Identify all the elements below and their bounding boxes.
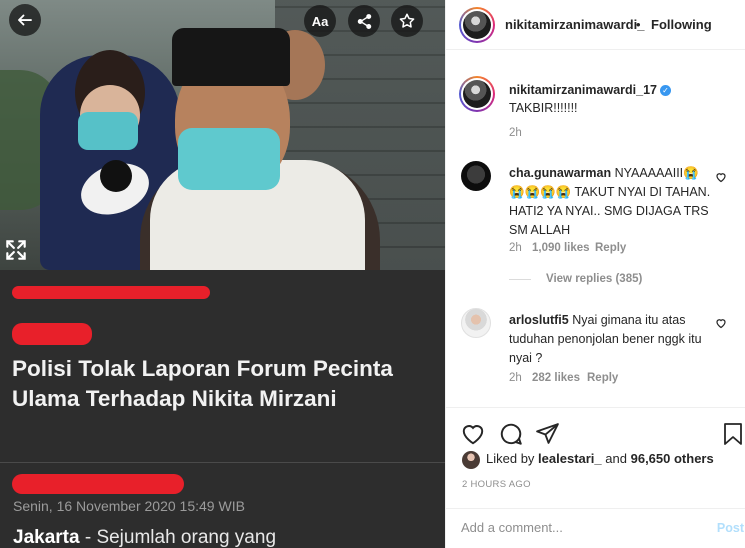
share-icon [357, 13, 371, 29]
caption-text: TAKBIR!!!!!!! [509, 101, 578, 115]
header-separator: • [636, 17, 641, 32]
liker-avatar[interactable] [462, 451, 480, 469]
redacted-source-url [12, 286, 210, 299]
following-button[interactable]: Following [651, 17, 712, 32]
post-comment-button[interactable]: Post [717, 521, 744, 535]
caption-time: 2h [509, 127, 522, 139]
liked-by-and: and [605, 451, 627, 466]
caption-username[interactable]: nikitamirzanimawardi_17 [509, 83, 657, 97]
comment-time: 2h [509, 372, 522, 384]
comment-1: cha.gunawarman NYAAAAAIII😭😭😭😭😭 TAKUT NYA… [509, 164, 714, 240]
comment-like-heart-icon[interactable] [715, 170, 727, 183]
photo-microphone-head [100, 160, 132, 192]
comment-likes-count[interactable]: 1,090 likes [532, 242, 590, 254]
post-header: nikitamirzanimawardi_ • Following [446, 0, 745, 50]
liked-by-summary: Liked by lealestari_ and 96,650 others [486, 451, 714, 466]
expand-icon[interactable] [3, 237, 31, 265]
view-replies-line [509, 279, 531, 280]
liked-by-others[interactable]: 96,650 others [631, 451, 714, 466]
lede-text: - Sejumlah orang yang [79, 527, 277, 548]
header-username[interactable]: nikitamirzanimawardi_ [505, 17, 644, 32]
comment-username[interactable]: cha.gunawarman [509, 166, 611, 180]
comment-reply-button[interactable]: Reply [587, 372, 618, 384]
redacted-author [12, 474, 184, 494]
photo-man-cap [172, 28, 290, 86]
comment-like-heart-icon[interactable] [715, 316, 727, 329]
post-time: 2 HOURS AGO [462, 479, 531, 490]
comment-username[interactable]: arloslutfi5 [509, 313, 569, 327]
add-comment-bar: Post [446, 508, 745, 548]
header-avatar[interactable] [459, 7, 495, 43]
photo-reporter-mask [78, 112, 138, 150]
comment-time: 2h [509, 242, 522, 254]
arrow-left-icon [18, 14, 32, 26]
liked-by-prefix: Liked by [486, 451, 535, 466]
comment-likes-count[interactable]: 282 likes [532, 372, 580, 384]
article-headline: Polisi Tolak Laporan Forum Pecinta Ulama… [12, 356, 393, 411]
comment-avatar[interactable] [461, 308, 491, 338]
like-heart-icon[interactable] [460, 421, 486, 447]
comment-reply-button[interactable]: Reply [595, 242, 626, 254]
comment-2: arloslutfi5 Nyai gimana itu atas tuduhan… [509, 311, 709, 368]
photo-man-mask [178, 128, 280, 190]
lede-place: Jakarta [13, 527, 80, 548]
add-comment-input[interactable] [461, 520, 701, 535]
comment-bubble-icon[interactable] [498, 421, 524, 447]
comments-panel: nikitamirzanimawardi_ • Following nikita… [445, 0, 745, 548]
bookmark-star-button[interactable] [391, 5, 423, 37]
font-size-label: Aa [311, 13, 329, 29]
view-replies-button[interactable]: View replies (385) [546, 273, 642, 285]
send-paper-plane-icon[interactable] [535, 421, 561, 447]
save-bookmark-icon[interactable] [721, 421, 745, 447]
post-media[interactable]: Aa Polisi Tolak Laporan Forum Pecinta Ul… [0, 0, 445, 548]
font-size-button[interactable]: Aa [304, 5, 336, 37]
comment-avatar[interactable] [461, 161, 491, 191]
liked-by-user[interactable]: lealestari_ [538, 451, 602, 466]
share-button[interactable] [348, 5, 380, 37]
star-icon [399, 13, 415, 28]
post-photo [0, 0, 445, 270]
article-lede: Jakarta - Sejumlah orang yang [13, 527, 276, 548]
caption-avatar[interactable] [459, 76, 495, 112]
article-dateline: Senin, 16 November 2020 15:49 WIB [13, 498, 245, 514]
caption: nikitamirzanimawardi_17 ✓ TAKBIR!!!!!!! [509, 81, 734, 118]
redacted-label [12, 323, 92, 345]
article-divider [0, 462, 445, 463]
verified-badge-icon: ✓ [659, 85, 671, 96]
back-button[interactable] [9, 4, 41, 36]
